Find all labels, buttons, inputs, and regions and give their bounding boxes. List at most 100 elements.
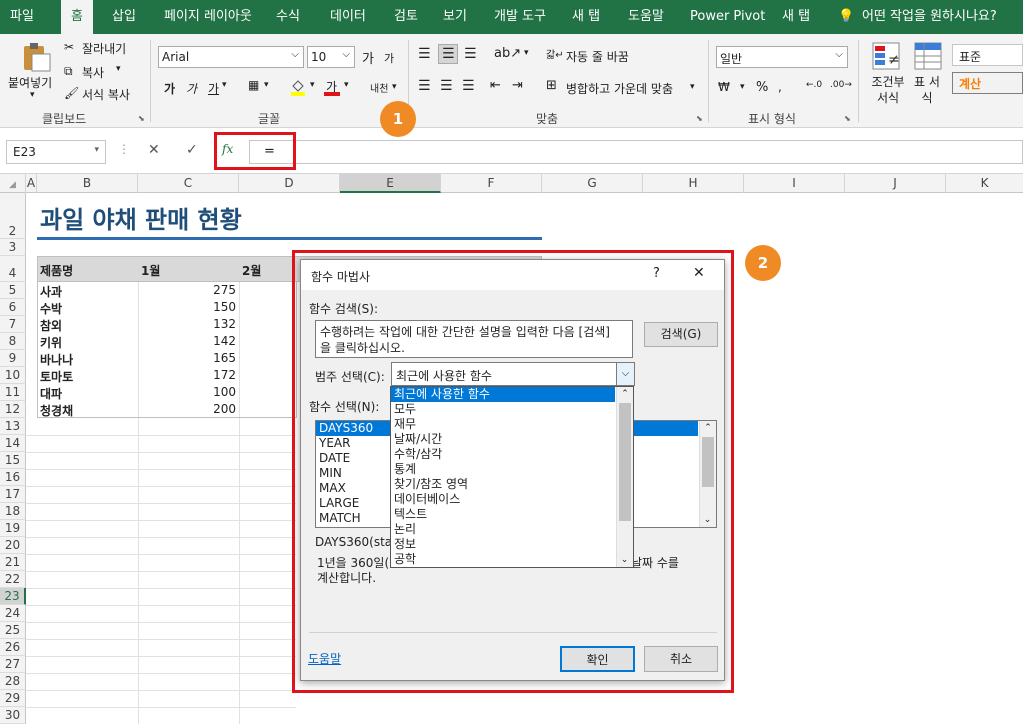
name-box[interactable]: E23 ▾	[6, 140, 106, 164]
cancel-icon[interactable]: ✕	[148, 142, 160, 158]
merge-center-button[interactable]: 병합하고 가운데 맞춤	[566, 80, 673, 97]
paste-dropdown-icon[interactable]: ▾	[30, 90, 35, 100]
wrap-text-button[interactable]: 자동 줄 바꿈	[566, 48, 629, 65]
format-painter-button[interactable]: 서식 복사	[82, 86, 130, 103]
merge-dropdown-icon[interactable]: ▾	[690, 82, 695, 92]
row-header[interactable]: 11	[0, 384, 26, 401]
row-header[interactable]: 26	[0, 639, 26, 656]
row-header[interactable]: 21	[0, 554, 26, 571]
name-box-dropdown-icon[interactable]: ▾	[94, 145, 99, 155]
row-header[interactable]: 12	[0, 401, 26, 418]
percent-style-button[interactable]: %	[756, 80, 768, 95]
phonetic-button[interactable]: 내천	[370, 80, 388, 95]
table-cell-name[interactable]: 키위	[40, 334, 62, 351]
table-header-cell[interactable]: 제품명	[40, 262, 73, 279]
align-bottom-icon[interactable]: ☰	[464, 46, 477, 62]
tab-page-layout[interactable]: 페이지 레이아웃	[164, 0, 252, 34]
column-header[interactable]: D	[239, 174, 340, 193]
row-header[interactable]: 15	[0, 452, 26, 469]
tab-home[interactable]: 홈	[61, 0, 93, 34]
border-icon[interactable]: ▦	[248, 78, 259, 92]
style-calculation[interactable]: 계산	[952, 72, 1023, 94]
table-cell-name[interactable]: 대파	[40, 385, 62, 402]
decrease-decimal-icon[interactable]: .00→	[830, 80, 852, 90]
tab-review[interactable]: 검토	[394, 0, 418, 34]
font-grow-button[interactable]: 가	[362, 48, 374, 67]
table-cell-value[interactable]: 150	[138, 300, 236, 314]
font-size-select[interactable]: 10 ⌵	[307, 46, 355, 68]
paste-icon[interactable]	[18, 42, 52, 72]
bold-button[interactable]: 가	[164, 80, 175, 97]
table-cell-value[interactable]: 275	[138, 283, 236, 297]
tell-me-search[interactable]: 어떤 작업을 원하시나요?	[862, 0, 997, 34]
table-cell-value[interactable]: 172	[138, 368, 236, 382]
align-right-icon[interactable]: ☰	[462, 78, 475, 94]
table-cell-name[interactable]: 사과	[40, 283, 62, 300]
row-header[interactable]: 3	[0, 239, 26, 256]
conditional-format-button[interactable]: 조건부 서식	[866, 74, 910, 106]
comma-style-icon[interactable]: ,	[778, 80, 782, 94]
increase-decimal-icon[interactable]: ←.0	[806, 80, 822, 90]
format-painter-icon[interactable]: 🖌	[64, 86, 79, 100]
cut-icon[interactable]: ✂	[64, 40, 74, 54]
row-header[interactable]: 19	[0, 520, 26, 537]
align-center-icon[interactable]: ☰	[440, 78, 453, 94]
column-header[interactable]: A	[26, 174, 37, 193]
merge-center-icon[interactable]: ⊞	[546, 78, 557, 93]
column-header[interactable]: I	[744, 174, 845, 193]
column-header[interactable]: C	[138, 174, 239, 193]
row-header[interactable]: 4	[0, 256, 26, 282]
row-header[interactable]: 13	[0, 418, 26, 435]
clipboard-launcher-icon[interactable]: ⬊	[138, 114, 145, 123]
table-cell-name[interactable]: 바나나	[40, 351, 73, 368]
tab-help[interactable]: 도움말	[628, 0, 664, 34]
row-header[interactable]: 28	[0, 673, 26, 690]
cut-button[interactable]: 잘라내기	[82, 40, 126, 57]
alignment-launcher-icon[interactable]: ⬊	[696, 114, 703, 123]
border-dropdown-icon[interactable]: ▾	[264, 80, 269, 90]
table-cell-name[interactable]: 토마토	[40, 368, 73, 385]
table-cell-value[interactable]: 132	[138, 317, 236, 331]
copy-button[interactable]: 복사	[82, 64, 104, 81]
fill-color-icon[interactable]	[290, 78, 306, 96]
row-header[interactable]: 24	[0, 605, 26, 622]
style-normal[interactable]: 표준	[952, 44, 1023, 66]
select-all-icon[interactable]: ◢	[0, 174, 26, 193]
underline-dropdown-icon[interactable]: ▾	[222, 80, 227, 90]
font-shrink-button[interactable]: 가	[384, 50, 394, 66]
align-left-icon[interactable]: ☰	[418, 78, 431, 94]
tab-new-1[interactable]: 새 탭	[572, 0, 600, 34]
tab-insert[interactable]: 삽입	[112, 0, 136, 34]
tab-power-pivot[interactable]: Power Pivot	[690, 0, 765, 34]
accounting-dropdown-icon[interactable]: ▾	[740, 82, 745, 92]
table-cell-name[interactable]: 참외	[40, 317, 62, 334]
align-top-icon[interactable]: ☰	[418, 46, 431, 62]
table-cell-value[interactable]: 200	[138, 402, 236, 416]
format-table-button[interactable]: 표 서식	[912, 74, 942, 106]
row-header[interactable]: 27	[0, 656, 26, 673]
format-table-icon[interactable]	[914, 42, 942, 70]
italic-button[interactable]: 가	[186, 80, 197, 97]
copy-icon[interactable]: ⧉	[64, 64, 73, 79]
phonetic-dropdown-icon[interactable]: ▾	[392, 82, 397, 92]
increase-indent-icon[interactable]: ⇥	[512, 78, 523, 93]
row-header[interactable]: 16	[0, 469, 26, 486]
fill-color-dropdown-icon[interactable]: ▾	[310, 80, 315, 90]
column-header[interactable]: H	[643, 174, 744, 193]
row-header[interactable]: 22	[0, 571, 26, 588]
column-header[interactable]: J	[845, 174, 946, 193]
font-color-dropdown-icon[interactable]: ▾	[344, 80, 349, 90]
orientation-icon[interactable]: ab↗	[494, 46, 521, 61]
tab-new-2[interactable]: 새 탭	[782, 0, 810, 34]
number-launcher-icon[interactable]: ⬊	[844, 114, 851, 123]
table-cell-value[interactable]: 165	[138, 351, 236, 365]
underline-button[interactable]: 가	[208, 80, 219, 97]
column-header[interactable]: G	[542, 174, 643, 193]
row-header[interactable]: 29	[0, 690, 26, 707]
row-header[interactable]: 10	[0, 367, 26, 384]
tab-file[interactable]: 파일	[10, 0, 34, 34]
accounting-format-icon[interactable]: ₩	[718, 80, 730, 94]
formula-input[interactable]: =	[249, 140, 1023, 164]
enter-icon[interactable]: ✓	[186, 142, 198, 158]
tab-view[interactable]: 보기	[443, 0, 467, 34]
